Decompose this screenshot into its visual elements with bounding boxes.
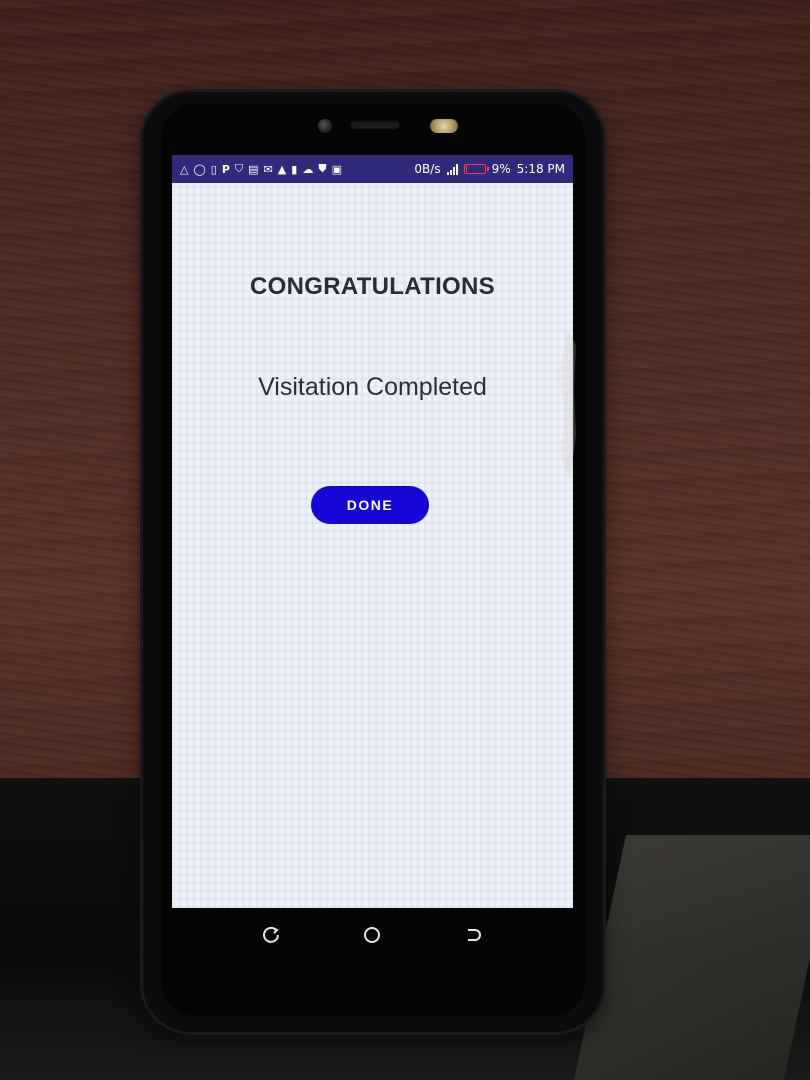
done-button[interactable]: DONE [311,486,429,524]
shirt-icon: ⛉ [234,162,244,175]
battery-fill [465,166,468,172]
warning-icon: ▲ [277,162,287,176]
system-status: 0B/s 9% 5:18 PM [414,162,565,176]
clock: 5:18 PM [516,162,565,176]
navigation-bar [172,910,573,960]
back-icon[interactable] [461,923,485,947]
signal-icon [446,163,458,175]
battery-icon [463,164,489,174]
visitation-status-text: Visitation Completed [258,373,487,401]
chat-bubble-icon: ◯ [193,162,206,176]
home-icon[interactable] [360,923,384,947]
data-rate: 0B/s [414,162,441,176]
cloud-upload-icon: ☁ [302,162,314,176]
p-icon: P [221,162,230,176]
phone-screen: △ ◯ ▯ P ⛉ ▤ ✉ ▲ ▮ ☁ ⛊ ▣ 0B/s 9% 5:18 PM … [172,155,573,908]
sim-icon: ▯ [210,162,217,176]
phone-icon: ▮ [291,162,298,176]
chart-icon: ▣ [331,162,342,176]
congratulations-heading: CONGRATULATIONS [250,273,495,300]
notification-icons: △ ◯ ▯ P ⛉ ▤ ✉ ▲ ▮ ☁ ⛊ ▣ [180,162,342,176]
alert-triangle-icon: △ [180,162,189,176]
front-camera [318,119,332,133]
mail-icon: ✉ [263,162,273,176]
front-flash [430,119,458,133]
shield-icon: ⛊ [318,162,327,175]
photo-scene: △ ◯ ▯ P ⛉ ▤ ✉ ▲ ▮ ☁ ⛊ ▣ 0B/s 9% 5:18 PM … [0,0,810,1080]
recent-apps-icon[interactable] [260,923,284,947]
status-bar: △ ◯ ▯ P ⛉ ▤ ✉ ▲ ▮ ☁ ⛊ ▣ 0B/s 9% 5:18 PM [172,155,573,183]
earpiece-speaker [350,120,400,129]
battery-percent: 9% [491,162,511,176]
image-icon: ▤ [248,162,259,176]
